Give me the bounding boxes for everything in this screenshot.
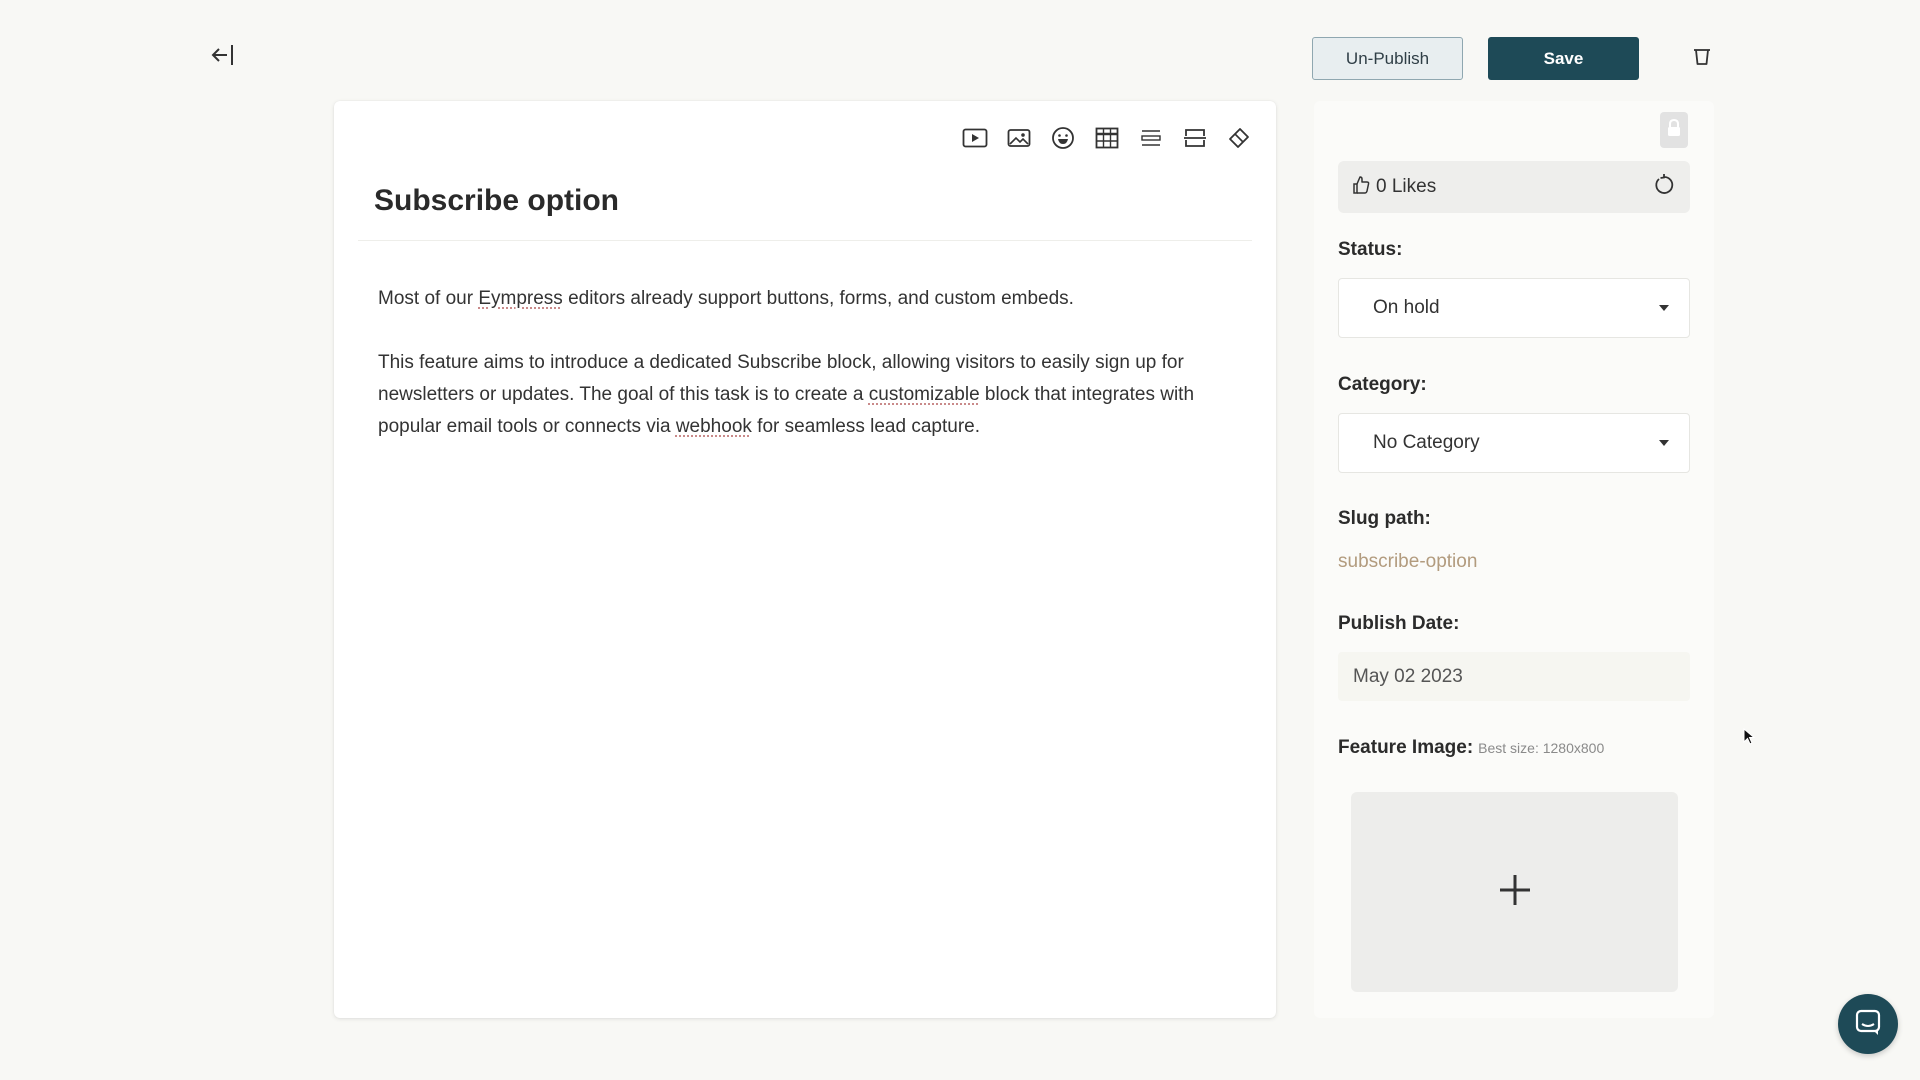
save-button[interactable]: Save xyxy=(1488,37,1639,80)
category-label: Category: xyxy=(1338,374,1427,395)
slug-path-link[interactable]: subscribe-option xyxy=(1338,551,1477,573)
lock-icon xyxy=(1666,118,1682,143)
status-value: On hold xyxy=(1373,297,1440,318)
insert-divider-button[interactable] xyxy=(1138,127,1164,153)
emoji-icon xyxy=(1051,126,1075,155)
post-body[interactable]: Most of our Eympress editors already sup… xyxy=(378,283,1238,475)
publish-date-field[interactable]: May 02 2023 xyxy=(1338,652,1690,701)
chat-icon xyxy=(1854,1008,1882,1041)
likes-box: 0 Likes xyxy=(1338,161,1690,213)
image-icon xyxy=(1007,128,1031,153)
video-icon xyxy=(962,128,988,153)
reset-likes-button[interactable] xyxy=(1652,173,1676,201)
body-paragraph[interactable]: Most of our Eympress editors already sup… xyxy=(378,283,1238,315)
unpublish-button[interactable]: Un-Publish xyxy=(1312,37,1463,80)
chat-support-button[interactable] xyxy=(1838,994,1898,1054)
category-select[interactable]: No Category xyxy=(1338,413,1690,473)
insert-table-button[interactable] xyxy=(1094,127,1120,153)
eraser-icon xyxy=(1227,126,1251,155)
top-actions: Un-Publish Save xyxy=(1312,37,1715,80)
spellcheck-word: webhook xyxy=(675,416,752,437)
feature-image-label: Feature Image: Best size: 1280x800 xyxy=(1338,737,1604,759)
feature-image-title: Feature Image: xyxy=(1338,737,1474,758)
status-select[interactable]: On hold xyxy=(1338,278,1690,338)
mouse-cursor-icon xyxy=(1743,727,1756,751)
caret-down-icon xyxy=(1659,440,1669,446)
slug-label: Slug path: xyxy=(1338,508,1431,529)
body-text-run: Most of our xyxy=(378,288,479,309)
settings-panel: 0 Likes Status: On hold Category: No Cat… xyxy=(1314,101,1714,1018)
back-button[interactable] xyxy=(206,40,240,74)
body-text-run: for seamless lead capture. xyxy=(751,416,981,437)
clear-format-button[interactable] xyxy=(1226,127,1252,153)
publish-date-label: Publish Date: xyxy=(1338,613,1460,634)
plus-icon xyxy=(1498,873,1532,912)
insert-video-button[interactable] xyxy=(962,127,988,153)
lock-button[interactable] xyxy=(1660,112,1688,148)
insert-page-break-button[interactable] xyxy=(1182,127,1208,153)
insert-image-button[interactable] xyxy=(1006,127,1032,153)
collapse-left-arrow-icon xyxy=(210,42,236,73)
caret-down-icon xyxy=(1659,305,1669,311)
body-paragraph[interactable]: This feature aims to introduce a dedicat… xyxy=(378,347,1238,443)
title-divider xyxy=(358,240,1252,241)
page-break-icon xyxy=(1183,127,1207,154)
editor-toolbar xyxy=(962,126,1252,155)
divider-icon xyxy=(1140,128,1162,153)
trash-icon xyxy=(1693,46,1711,71)
table-icon xyxy=(1095,127,1119,154)
spellcheck-word: Eympress xyxy=(478,288,563,309)
likes-count: 0 Likes xyxy=(1376,176,1437,197)
category-value: No Category xyxy=(1373,432,1480,453)
insert-emoji-button[interactable] xyxy=(1050,126,1076,155)
feature-image-upload[interactable] xyxy=(1351,792,1678,992)
post-title[interactable]: Subscribe option xyxy=(374,184,619,218)
editor-card: Subscribe option Most of our Eympress ed… xyxy=(334,101,1276,1018)
feature-image-hint: Best size: 1280x800 xyxy=(1478,740,1605,756)
spellcheck-word: customizable xyxy=(868,384,980,405)
body-text-run: editors already support buttons, forms, … xyxy=(562,288,1074,309)
refresh-icon xyxy=(1653,173,1675,201)
delete-button[interactable] xyxy=(1689,46,1715,72)
publish-date-value: May 02 2023 xyxy=(1353,665,1463,687)
status-label: Status: xyxy=(1338,239,1403,260)
thumbs-up-icon xyxy=(1352,175,1370,200)
